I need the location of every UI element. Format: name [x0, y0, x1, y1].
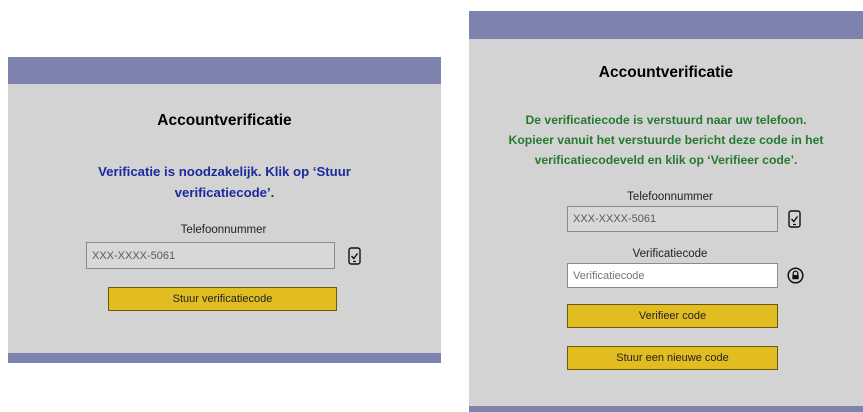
- phone-number-field[interactable]: XXX-XXXX-5061: [86, 242, 335, 269]
- confirmation-line: De verificatiecode is verstuurd naar uw …: [525, 113, 807, 127]
- verify-code-button[interactable]: Verifieer code: [567, 304, 778, 328]
- send-verification-code-button[interactable]: Stuur verificatiecode: [108, 287, 337, 311]
- footer-bar: [469, 406, 863, 412]
- form-title: Accountverificatie: [598, 64, 734, 81]
- verification-form-initial: Accountverificatie Verificatie is noodza…: [8, 57, 441, 363]
- footer-bar: [8, 353, 441, 363]
- phone-check-icon: [788, 210, 801, 228]
- instruction-message: Verificatie is noodzakelijk. Klik op ‘St…: [8, 161, 441, 203]
- verification-form-code-sent: Accountverificatie De verificatiecode is…: [469, 11, 863, 412]
- confirmation-line: verificatiecodeveld en klik op ‘Verifiee…: [534, 153, 798, 167]
- phone-label: Telefoonnummer: [180, 224, 267, 236]
- phone-number-field[interactable]: XXX-XXXX-5061: [567, 206, 778, 232]
- verification-code-label: Verificatiecode: [632, 248, 708, 260]
- send-new-code-button[interactable]: Stuur een nieuwe code: [567, 346, 778, 370]
- phone-label: Telefoonnummer: [627, 191, 713, 203]
- confirmation-line: Kopieer vanuit het verstuurde bericht de…: [508, 133, 824, 147]
- instruction-line: verificatiecode’.: [174, 185, 275, 200]
- phone-check-icon: [348, 247, 361, 265]
- header-bar: [8, 57, 441, 84]
- confirmation-message: De verificatiecode is verstuurd naar uw …: [469, 110, 863, 170]
- instruction-line: Verificatie is noodzakelijk. Klik op ‘St…: [98, 164, 351, 179]
- lock-circle-icon: [787, 267, 804, 284]
- header-bar: [469, 11, 863, 39]
- form-title: Accountverificatie: [157, 112, 292, 129]
- verification-code-input[interactable]: [567, 263, 778, 288]
